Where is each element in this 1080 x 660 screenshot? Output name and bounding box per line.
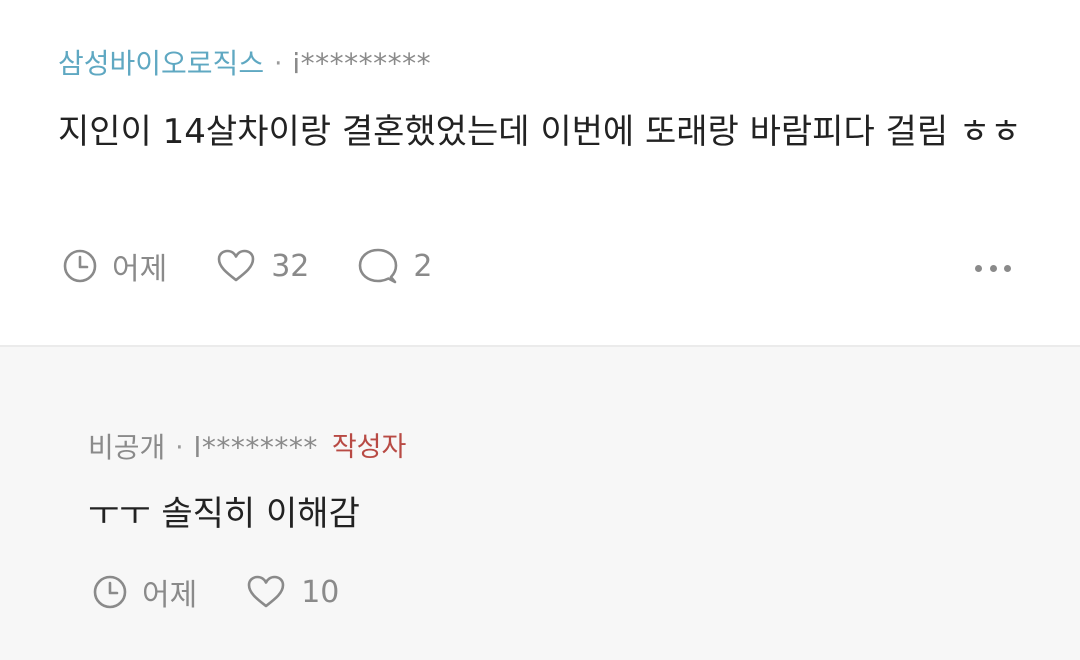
time-label: 어제 bbox=[142, 578, 198, 613]
reply-content: ㅜㅜ 솔직히 이해감 bbox=[88, 494, 360, 534]
reply-company: 비공개 bbox=[88, 431, 166, 464]
author-badge: 작성자 bbox=[331, 432, 407, 463]
reply-meta: 비공개 · l******** 작성자 bbox=[88, 430, 406, 466]
reply-author-id: l******** bbox=[193, 431, 318, 464]
reply-content-layer: 비공개 · l******** 작성자 ㅜㅜ 솔직히 이해감 어제 10 bbox=[0, 0, 1080, 660]
like-count: 10 bbox=[301, 574, 340, 610]
reply-time: 어제 bbox=[92, 570, 197, 614]
reply-actions: 어제 10 bbox=[92, 570, 387, 614]
reply-like-button[interactable]: 10 bbox=[245, 574, 339, 610]
heart-icon bbox=[247, 575, 285, 608]
clock-icon bbox=[93, 575, 127, 609]
meta-separator: · bbox=[175, 433, 184, 463]
